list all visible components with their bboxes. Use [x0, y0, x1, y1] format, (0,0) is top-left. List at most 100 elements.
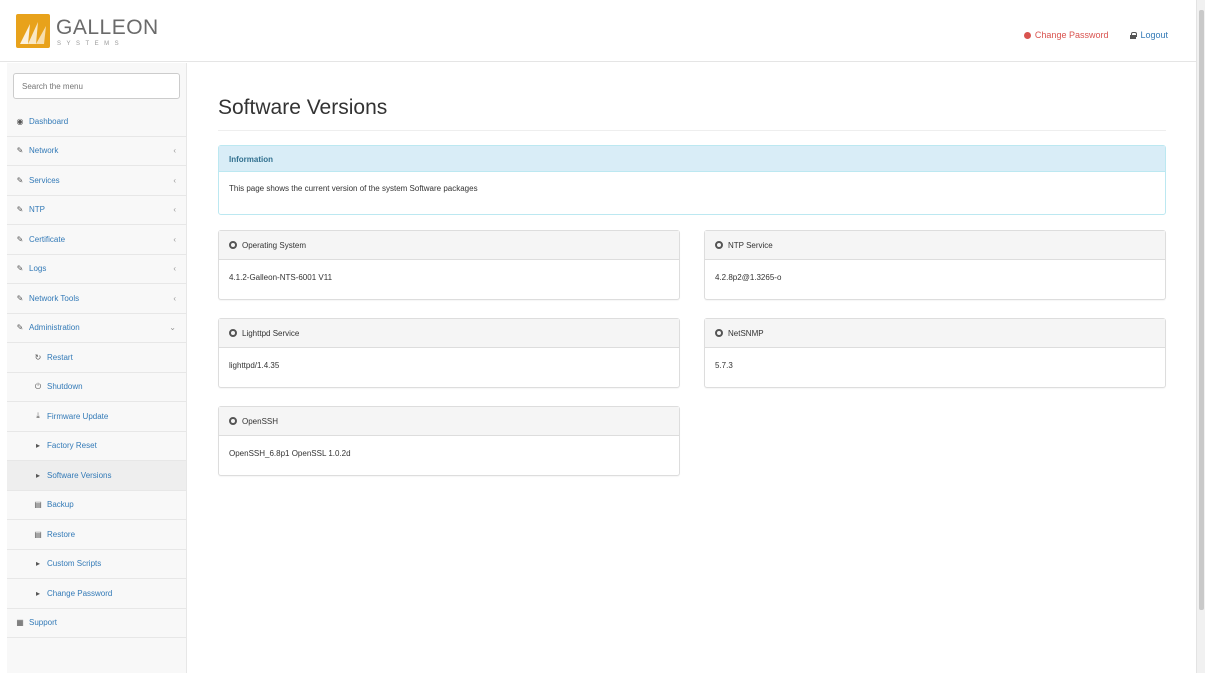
gear-icon	[715, 329, 723, 337]
forward-icon: ▸	[35, 441, 40, 451]
panel-value: 5.7.3	[715, 361, 733, 370]
sidebar-item-network-tools[interactable]: ✎ Network Tools ‹	[7, 284, 186, 314]
sidebar-item-factory-reset[interactable]: ▸ Factory Reset	[7, 432, 186, 461]
panel-value: OpenSSH_6.8p1 OpenSSL 1.0.2d	[229, 449, 351, 458]
sidebar-item-label: Shutdown	[47, 382, 83, 392]
wrench-icon: ✎	[16, 293, 24, 303]
sidebar-item-certificate[interactable]: ✎ Certificate ‹	[7, 225, 186, 255]
top-navbar: GALLEON SYSTEMS Change Password Logout	[0, 0, 1196, 62]
support-icon: ▦	[16, 618, 24, 628]
panel-value: lighttpd/1.4.35	[229, 361, 280, 370]
sidebar-item-ntp[interactable]: ✎ NTP ‹	[7, 196, 186, 225]
information-text: This page shows the current version of t…	[229, 184, 478, 193]
sidebar-item-label: Administration	[29, 323, 80, 333]
forward-icon: ▸	[35, 588, 40, 598]
dashboard-icon: ◉	[16, 116, 24, 126]
wrench-icon: ✎	[16, 205, 24, 215]
chevron-left-icon: ‹	[173, 205, 176, 215]
sidebar-item-shutdown[interactable]: ⏻ Shutdown	[7, 373, 186, 402]
search-input[interactable]	[22, 81, 171, 91]
logout-label: Logout	[1140, 30, 1168, 40]
power-icon: ⏻	[34, 381, 42, 391]
information-heading: Information	[219, 146, 1165, 172]
chevron-left-icon: ‹	[173, 293, 176, 303]
vertical-scrollbar[interactable]	[1196, 0, 1205, 673]
sidebar-item-dashboard[interactable]: ◉ Dashboard	[7, 107, 186, 137]
sidebar-item-label: Factory Reset	[47, 441, 97, 451]
sidebar-nav: ◉ Dashboard ✎ Network ‹ ✎ Services ‹ ✎ N…	[7, 107, 186, 638]
sidebar-item-label: Network Tools	[29, 293, 80, 303]
galleon-logo-mark-icon	[16, 14, 50, 48]
wrench-icon: ✎	[16, 323, 24, 333]
top-links: Change Password Logout	[1023, 30, 1168, 40]
panel-title: NetSNMP	[728, 328, 764, 338]
sidebar-item-support[interactable]: ▦ Support	[7, 609, 186, 638]
page-title: Software Versions	[218, 96, 1166, 131]
panel-heading: OpenSSH	[219, 407, 679, 436]
brand-name: GALLEON	[56, 16, 159, 39]
sidebar-search[interactable]	[13, 73, 180, 99]
panel-heading: Lighttpd Service	[219, 319, 679, 348]
panel-title: Lighttpd Service	[242, 328, 300, 338]
panel-lighttpd-service: Lighttpd Service lighttpd/1.4.35	[218, 318, 680, 388]
main-content: Software Versions Information This page …	[218, 63, 1166, 476]
sidebar: ◉ Dashboard ✎ Network ‹ ✎ Services ‹ ✎ N…	[7, 63, 187, 673]
sidebar-item-label: Support	[29, 618, 58, 628]
chevron-left-icon: ‹	[173, 234, 176, 244]
download-icon: ⤓	[36, 411, 40, 421]
lock-icon	[1130, 31, 1138, 39]
forward-icon: ▸	[35, 470, 40, 480]
sidebar-item-label: Restart	[47, 352, 73, 362]
sidebar-item-label: Firmware Update	[47, 411, 109, 421]
panel-heading: NTP Service	[705, 231, 1165, 260]
panel-title: Operating System	[242, 240, 307, 250]
database-icon: ▤	[34, 500, 42, 510]
refresh-icon: ↻	[34, 352, 42, 362]
gear-icon	[229, 417, 237, 425]
gear-icon	[229, 329, 237, 337]
sidebar-item-restart[interactable]: ↻ Restart	[7, 343, 186, 373]
panel-title: OpenSSH	[242, 416, 279, 426]
panel-netsnmp: NetSNMP 5.7.3	[704, 318, 1166, 388]
panel-operating-system: Operating System 4.1.2-Galleon-NTS-6001 …	[218, 230, 680, 300]
information-panel: Information This page shows the current …	[218, 145, 1166, 215]
wrench-icon: ✎	[16, 234, 24, 244]
panel-ntp-service: NTP Service 4.2.8p2@1.3265-o	[704, 230, 1166, 300]
sidebar-item-label: Logs	[29, 264, 47, 274]
panel-value: 4.1.2-Galleon-NTS-6001 V11	[229, 273, 333, 282]
chevron-left-icon: ‹	[173, 175, 176, 185]
scrollbar-thumb[interactable]	[1199, 10, 1204, 610]
change-password-label: Change Password	[1034, 30, 1109, 40]
sidebar-item-label: Software Versions	[47, 470, 112, 480]
sidebar-item-restore[interactable]: ▤ Restore	[7, 520, 186, 550]
sidebar-item-custom-scripts[interactable]: ▸ Custom Scripts	[7, 550, 186, 579]
sidebar-item-software-versions[interactable]: ▸ Software Versions	[7, 461, 186, 491]
galleon-logo[interactable]: GALLEON SYSTEMS	[16, 14, 166, 52]
panel-value: 4.2.8p2@1.3265-o	[715, 273, 782, 282]
wrench-icon: ✎	[16, 175, 24, 185]
gear-icon	[229, 241, 237, 249]
panel-heading: Operating System	[219, 231, 679, 260]
sidebar-item-firmware-update[interactable]: ⤓ Firmware Update	[7, 402, 186, 432]
sidebar-item-services[interactable]: ✎ Services ‹	[7, 166, 186, 196]
sidebar-item-label: Services	[29, 175, 60, 185]
sidebar-item-backup[interactable]: ▤ Backup	[7, 491, 186, 520]
chevron-down-icon: ⌄	[169, 323, 176, 333]
panel-title: NTP Service	[728, 240, 773, 250]
change-password-link[interactable]: Change Password	[1023, 30, 1109, 40]
sidebar-item-label: Change Password	[47, 588, 113, 598]
sidebar-item-label: Dashboard	[29, 116, 69, 126]
sidebar-item-network[interactable]: ✎ Network ‹	[7, 137, 186, 166]
exclamation-circle-icon	[1023, 31, 1031, 39]
panel-openssh: OpenSSH OpenSSH_6.8p1 OpenSSL 1.0.2d	[218, 406, 680, 476]
forward-icon: ▸	[35, 559, 40, 569]
chevron-left-icon: ‹	[173, 264, 176, 274]
panel-heading: NetSNMP	[705, 319, 1165, 348]
chevron-left-icon: ‹	[173, 146, 176, 156]
sidebar-item-label: Backup	[47, 500, 74, 510]
sidebar-item-administration[interactable]: ✎ Administration ⌄	[7, 314, 186, 343]
database-icon: ▤	[34, 529, 42, 539]
sidebar-item-logs[interactable]: ✎ Logs ‹	[7, 255, 186, 284]
logout-link[interactable]: Logout	[1130, 30, 1168, 40]
sidebar-item-change-password[interactable]: ▸ Change Password	[7, 579, 186, 609]
